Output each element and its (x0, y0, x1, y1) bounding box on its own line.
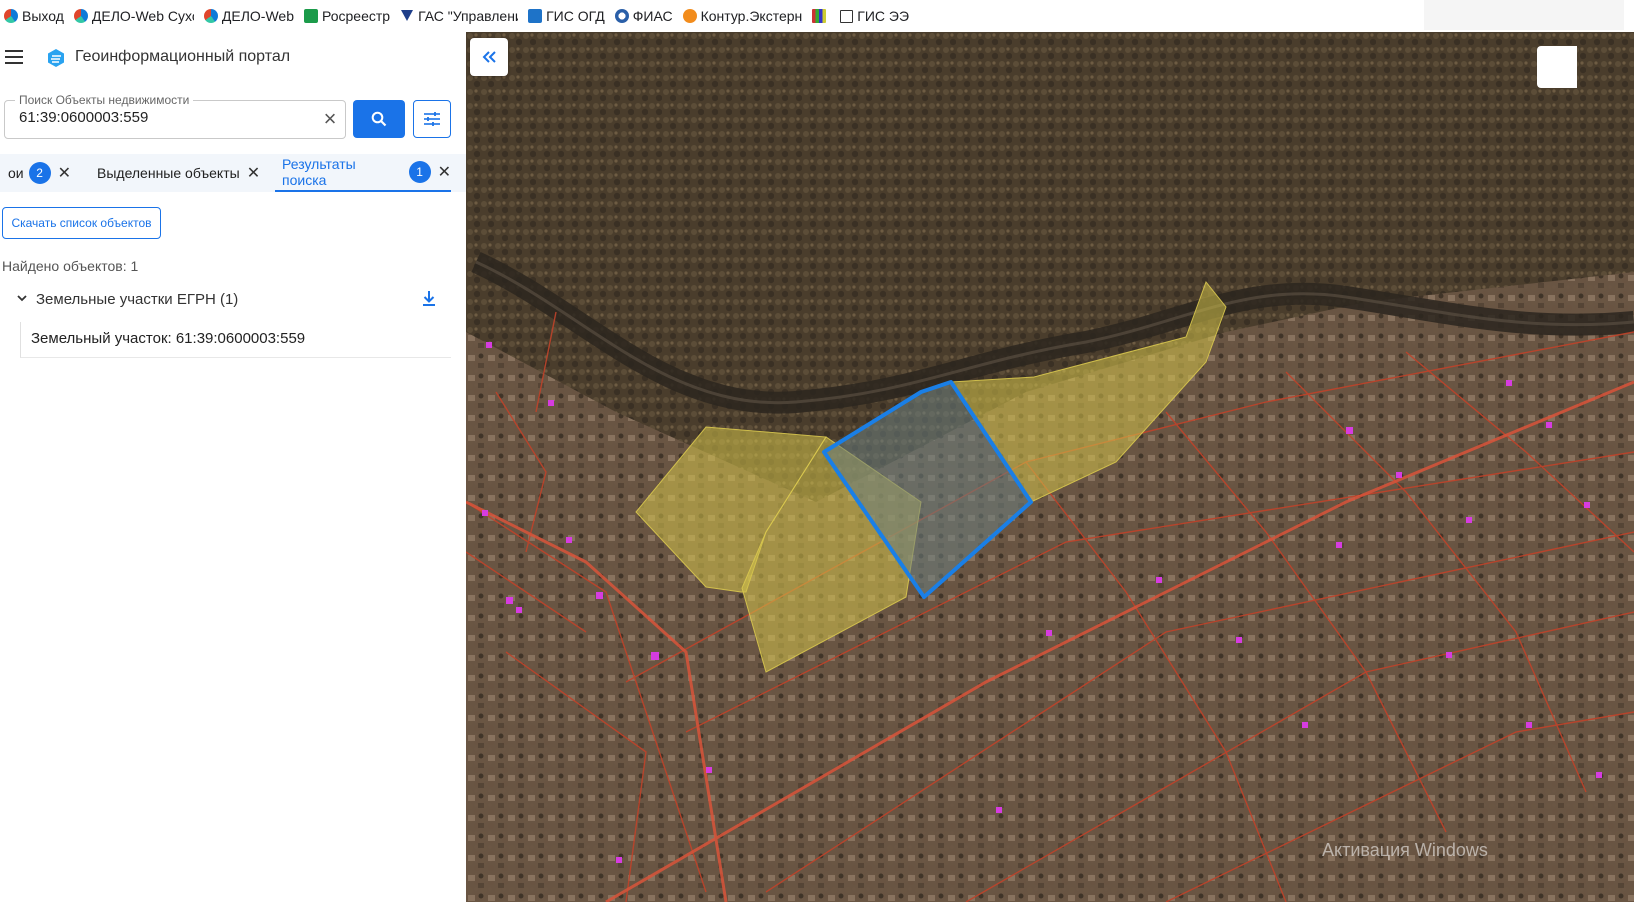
fias-icon (614, 9, 629, 23)
portal-logo-icon (48, 49, 64, 67)
tab-search-results[interactable]: Результаты поиска 1 ✕ (275, 154, 451, 192)
collapse-panel-button[interactable] (470, 38, 508, 76)
bookmark-gis-ee[interactable]: ГИС ЭЭ (840, 8, 909, 24)
chevron-down-icon[interactable] (16, 292, 28, 304)
double-chevron-left-icon (482, 51, 496, 63)
bookmark-kontur-extern[interactable]: Контур.Экстерн (682, 8, 802, 24)
tabs-bar: ои 2 ✕ Выделенные объекты ✕ Результаты п… (0, 154, 466, 192)
rosreestr-icon (303, 9, 318, 23)
menu-icon[interactable] (5, 50, 23, 64)
result-item[interactable]: Земельный участок: 61:39:0600003:559 (20, 322, 451, 358)
tab-count-badge: 2 (28, 162, 51, 184)
search-button[interactable] (353, 100, 405, 138)
bookmark-delo-web-sukhor[interactable]: ДЕЛО-Web Сухор (73, 8, 194, 24)
search-legend: Поиск Объекты недвижимости (15, 93, 194, 107)
panel-header: Геоинформационный портал (0, 32, 466, 84)
bookmarks-overflow-area (1424, 0, 1624, 30)
download-icon[interactable] (421, 289, 437, 309)
search-icon (371, 111, 387, 127)
clear-icon[interactable]: × (321, 108, 339, 130)
filter-button[interactable] (413, 100, 451, 138)
bookmark-books[interactable] (812, 9, 830, 23)
map-control-button[interactable] (1537, 46, 1577, 88)
bookmark-rosreestr[interactable]: Росреестр (303, 8, 390, 24)
group-label: Земельные участки ЕГРН (1) (36, 291, 239, 308)
tab-count-badge: 1 (408, 161, 431, 183)
bookmark-gis-ogd[interactable]: ГИС ОГД (528, 8, 605, 24)
bookmark-delo-web[interactable]: ДЕЛО-Web (203, 8, 294, 24)
bookmark-gas-upravlenie[interactable]: ГАС "Управление (400, 8, 518, 24)
tune-icon (424, 112, 440, 126)
books-icon (812, 9, 827, 23)
search-input[interactable] (17, 108, 311, 127)
edge-icon (73, 9, 88, 23)
edge-icon (4, 9, 18, 23)
gas-icon (400, 9, 414, 23)
result-group: Земельные участки ЕГРН (1) (0, 288, 450, 314)
windows-activation-watermark: Активация Windows (1322, 840, 1488, 860)
kontur-icon (682, 9, 697, 23)
result-item-label: Земельный участок: 61:39:0600003:559 (31, 330, 306, 347)
bookmark-exit[interactable]: Выход (4, 8, 64, 24)
gis-ogd-icon (528, 9, 543, 23)
close-icon[interactable]: ✕ (58, 163, 71, 183)
tab-selected-objects[interactable]: Выделенные объекты ✕ (97, 154, 260, 192)
search-field[interactable]: Поиск Объекты недвижимости × (4, 93, 346, 139)
bookmarks-bar: Выход ДЕЛО-Web Сухор ДЕЛО-Web Росреестр … (0, 0, 1634, 32)
app-title: Геоинформационный портал (75, 48, 291, 65)
close-icon[interactable]: ✕ (247, 163, 260, 183)
found-count: Найдено объектов: 1 (2, 258, 139, 274)
gis-ee-icon (840, 9, 854, 23)
side-panel: Геоинформационный портал Поиск Объекты н… (0, 32, 466, 902)
map-view[interactable]: Активация Windows (466, 32, 1634, 902)
download-list-button[interactable]: Скачать список объектов (2, 207, 161, 239)
close-icon[interactable]: ✕ (438, 162, 451, 182)
tab-layers[interactable]: ои 2 ✕ (8, 154, 71, 192)
satellite-map[interactable] (466, 32, 1634, 902)
edge-icon (203, 9, 218, 23)
bookmark-fias[interactable]: ФИАС (614, 8, 673, 24)
